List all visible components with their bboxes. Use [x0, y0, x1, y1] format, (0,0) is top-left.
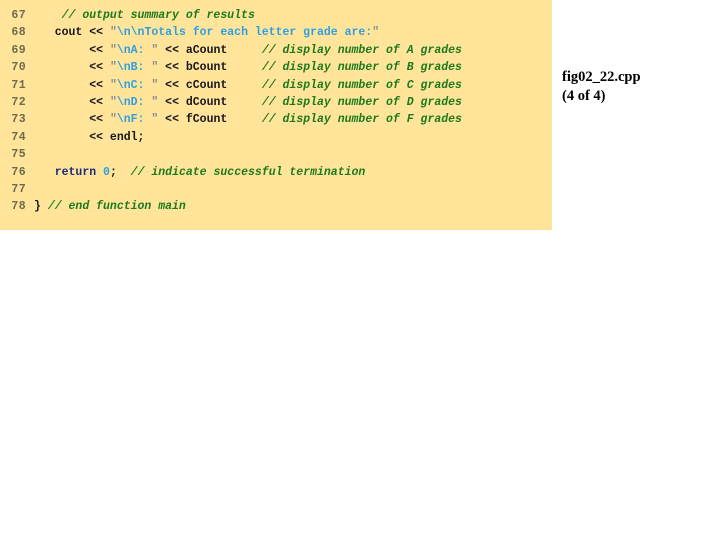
line-number: 74	[11, 130, 26, 144]
code-token-quote: "	[109, 26, 117, 40]
code-token-plain: <<	[89, 61, 110, 75]
code-token-plain: }	[34, 200, 41, 214]
line-number: 76	[11, 165, 26, 179]
code-line: 71 << "\nC: " << cCount // display numbe…	[0, 77, 552, 94]
code-token-plain: <<	[89, 95, 110, 109]
code-token-str: \nB:	[116, 61, 152, 75]
code-token-str: \nF:	[116, 113, 152, 127]
caption-filename: fig02_22.cpp	[562, 69, 641, 85]
code-line: 78} // end function main	[0, 198, 552, 215]
code-token-comment: // display number of D grades	[261, 95, 462, 109]
code-token-quote: "	[109, 43, 117, 57]
code-token-comment: // display number of C grades	[261, 78, 462, 92]
code-token-str: \nC:	[116, 78, 152, 92]
code-line-text: // output summary of results	[34, 7, 255, 24]
code-token-plain: bCount	[185, 61, 228, 75]
code-line-text: } // end function main	[34, 198, 186, 215]
line-number: 77	[11, 182, 26, 196]
line-number: 75	[11, 148, 26, 162]
code-line-container: 67 // output summary of results 68 cout <…	[0, 7, 552, 216]
code-token-str: \nA:	[116, 43, 152, 57]
code-token-plain: <<	[158, 43, 186, 57]
code-token-comment: // end function main	[47, 200, 186, 214]
code-line: 73 << "\nF: " << fCount // display numbe…	[0, 111, 552, 128]
code-token-plain: <<	[89, 43, 110, 57]
code-line-text: << endl;	[34, 129, 144, 146]
code-line-text: << "\nA: " << aCount // display number o…	[34, 42, 462, 59]
code-token-quote: "	[109, 61, 117, 75]
code-token-plain: <<	[158, 113, 186, 127]
code-line: 69 << "\nA: " << aCount // display numbe…	[0, 42, 552, 59]
code-line-text: << "\nD: " << dCount // display number o…	[34, 94, 462, 111]
code-token-plain: cCount	[185, 78, 228, 92]
code-line-text: return 0; // indicate successful termina…	[34, 164, 366, 181]
code-token-plain: dCount	[185, 95, 228, 109]
code-token-comment: // display number of F grades	[261, 113, 462, 127]
code-token-kw: return	[54, 165, 97, 179]
code-line: 67 // output summary of results	[0, 7, 552, 24]
code-token-quote: "	[109, 113, 117, 127]
line-number: 72	[11, 95, 26, 109]
code-token-plain: aCount	[185, 43, 228, 57]
code-token-plain: <<	[89, 78, 110, 92]
line-number: 68	[11, 26, 26, 40]
caption-part: (4 of 4)	[562, 88, 606, 104]
code-listing-panel: 67 // output summary of results 68 cout <…	[0, 0, 552, 230]
code-token-quote: "	[109, 95, 117, 109]
line-number: 69	[11, 43, 26, 57]
code-token-str: \nD:	[116, 95, 152, 109]
line-number: 71	[11, 78, 26, 92]
code-token-plain: <<	[158, 78, 186, 92]
code-line: 76 return 0; // indicate successful term…	[0, 164, 552, 181]
code-token-plain: <<	[89, 113, 110, 127]
code-line: 74 << endl;	[0, 129, 552, 146]
code-line-text: cout << "\n\nTotals for each letter grad…	[34, 24, 379, 41]
line-number: 78	[11, 200, 26, 214]
code-line: 77	[0, 181, 552, 198]
code-token-plain: <<	[158, 95, 186, 109]
code-token-plain: cout	[54, 26, 83, 40]
code-token-plain: << endl;	[89, 130, 145, 144]
code-token-comment: // indicate successful termination	[130, 165, 366, 179]
figure-caption: fig02_22.cpp (4 of 4)	[562, 68, 712, 106]
line-number: 70	[11, 61, 26, 75]
code-token-quote: "	[109, 78, 117, 92]
code-token-plain: <<	[158, 61, 186, 75]
code-token-comment: // output summary of results	[61, 9, 255, 22]
line-number: 73	[11, 113, 26, 127]
code-line: 75	[0, 146, 552, 163]
code-line: 72 << "\nD: " << dCount // display numbe…	[0, 94, 552, 111]
code-token-quote: "	[372, 26, 380, 40]
code-line-text: << "\nF: " << fCount // display number o…	[34, 111, 462, 128]
code-token-comment: // display number of B grades	[261, 61, 462, 75]
code-token-num: 0	[103, 165, 110, 179]
code-line-text: << "\nC: " << cCount // display number o…	[34, 77, 462, 94]
code-line-text: << "\nB: " << bCount // display number o…	[34, 59, 462, 76]
code-token-plain: <<	[82, 26, 110, 40]
line-number: 67	[11, 9, 26, 22]
code-token-plain: ;	[109, 165, 117, 179]
code-token-str: \n\nTotals for each letter grade are:	[116, 26, 373, 40]
code-token-comment: // display number of A grades	[261, 43, 462, 57]
code-token-plain: fCount	[185, 113, 228, 127]
code-line: 70 << "\nB: " << bCount // display numbe…	[0, 59, 552, 76]
code-line: 68 cout << "\n\nTotals for each letter g…	[0, 24, 552, 41]
